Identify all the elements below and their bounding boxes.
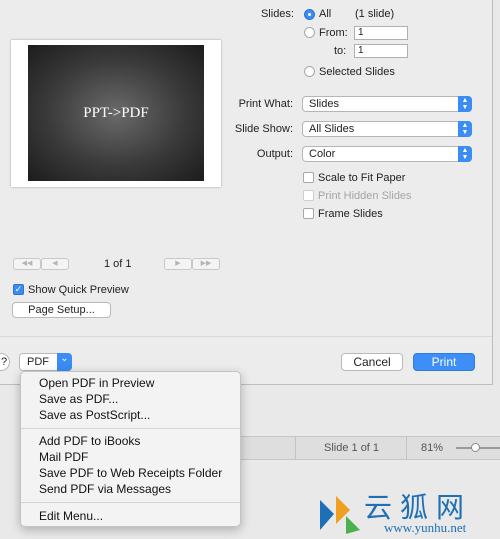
menu-item-mail-pdf[interactable]: Mail PDF (39, 450, 88, 464)
radio-from[interactable] (304, 27, 315, 38)
help-button[interactable]: ? (0, 353, 10, 371)
menu-separator (21, 428, 240, 429)
watermark-url: www.yunhu.net (384, 520, 467, 535)
menu-item-save-as-postscript[interactable]: Save as PostScript... (39, 408, 150, 422)
chevron-updown-icon: ▲ ▼ (458, 146, 472, 162)
print-button[interactable]: Print (413, 353, 475, 371)
next-page-button[interactable]: ▶ (164, 258, 192, 270)
chevron-down-icon: ⌄ (57, 353, 72, 371)
divider (0, 336, 492, 337)
print-hidden-slides-checkbox[interactable] (303, 190, 314, 201)
divider (295, 437, 296, 459)
last-page-button[interactable]: ▶▶ (192, 258, 220, 270)
to-field[interactable]: 1 (354, 44, 408, 58)
chevron-updown-icon: ▲ ▼ (458, 121, 472, 137)
scale-to-fit-label: Scale to Fit Paper (318, 172, 406, 184)
page-indicator: 1 of 1 (104, 258, 132, 270)
zoom-level: 81% (421, 442, 444, 454)
show-quick-preview-label: Show Quick Preview (28, 284, 129, 296)
scale-to-fit-checkbox[interactable] (303, 172, 314, 183)
slide-show-label: Slide Show: (234, 123, 293, 135)
divider (406, 437, 407, 459)
menu-item-add-pdf-to-ibooks[interactable]: Add PDF to iBooks (39, 434, 140, 448)
slide-count: (1 slide) (355, 8, 395, 20)
pdf-button-label: PDF (27, 356, 49, 368)
app-status-bar: Slide 1 of 1 81% (240, 436, 500, 460)
menu-item-save-as-pdf[interactable]: Save as PDF... (39, 392, 118, 406)
menu-item-send-pdf-via-messages[interactable]: Send PDF via Messages (39, 482, 171, 496)
print-what-label: Print What: (238, 98, 293, 110)
print-dialog: PPT->PDF Slides: All (1 slide) From: 1 t… (0, 0, 493, 385)
slide-title: PPT->PDF (83, 104, 149, 121)
from-field[interactable]: 1 (354, 26, 408, 40)
preview-frame: PPT->PDF (11, 40, 221, 187)
slides-label: Slides: (260, 8, 294, 20)
slide-show-select[interactable]: All Slides ▲ ▼ (302, 121, 472, 137)
radio-all-label: All (319, 8, 332, 20)
output-label: Output: (256, 148, 293, 160)
to-label: to: (334, 45, 347, 57)
cancel-button[interactable]: Cancel (341, 353, 403, 371)
first-page-button[interactable]: ◀◀ (13, 258, 41, 270)
show-quick-preview-checkbox[interactable]: ✓ (13, 284, 24, 295)
radio-selected-slides[interactable] (304, 66, 315, 77)
frame-slides-label: Frame Slides (318, 208, 383, 220)
slide-show-value: All Slides (309, 123, 355, 135)
pdf-dropdown-menu: Open PDF in Preview Save as PDF... Save … (20, 371, 241, 527)
from-label: From: (319, 27, 348, 39)
menu-separator (21, 502, 240, 503)
print-hidden-slides-label: Print Hidden Slides (318, 190, 412, 202)
menu-item-open-pdf-in-preview[interactable]: Open PDF in Preview (39, 376, 154, 390)
slide-status: Slide 1 of 1 (324, 442, 380, 454)
output-value: Color (309, 148, 336, 160)
print-what-value: Slides (309, 98, 339, 110)
frame-slides-checkbox[interactable] (303, 208, 314, 219)
menu-item-edit-menu[interactable]: Edit Menu... (39, 509, 103, 523)
zoom-slider-knob[interactable] (471, 443, 480, 452)
pdf-menu-button[interactable]: PDF ⌄ (19, 353, 72, 371)
prev-page-button[interactable]: ◀ (41, 258, 69, 270)
page-setup-button[interactable]: Page Setup... (12, 302, 111, 318)
menu-item-save-pdf-to-web-receipts[interactable]: Save PDF to Web Receipts Folder (39, 466, 222, 480)
chevron-updown-icon: ▲ ▼ (458, 96, 472, 112)
radio-selected-label: Selected Slides (319, 66, 395, 78)
watermark-logo: 云狐网 www.yunhu.net (316, 486, 500, 539)
print-what-select[interactable]: Slides ▲ ▼ (302, 96, 472, 112)
output-select[interactable]: Color ▲ ▼ (302, 146, 472, 162)
fox-logo-icon (320, 496, 360, 534)
slide-thumbnail: PPT->PDF (28, 45, 204, 181)
radio-all[interactable] (304, 9, 315, 20)
